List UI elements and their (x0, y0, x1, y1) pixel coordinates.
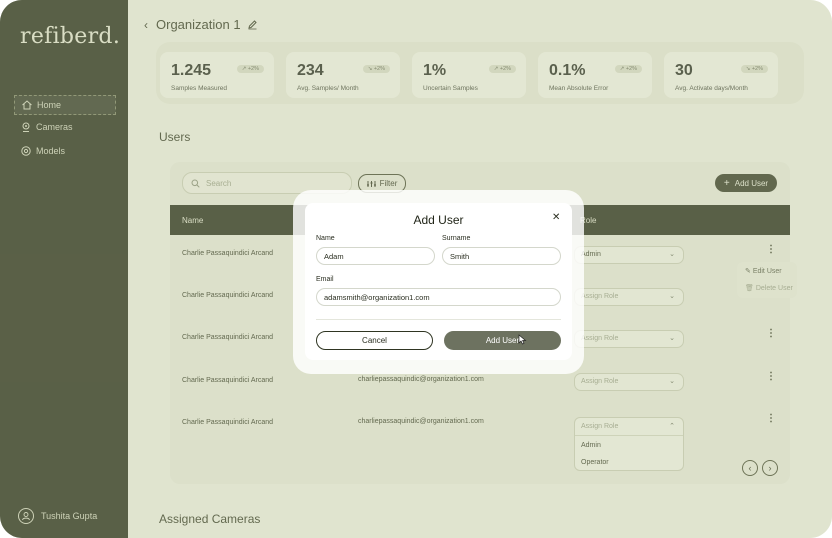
modal-title: Add User (413, 213, 464, 227)
app-window: refiberd. Home Cameras Models Tushita Gu… (0, 0, 832, 538)
close-icon[interactable]: ✕ (552, 212, 560, 223)
cancel-button[interactable]: Cancel (316, 331, 433, 350)
name-label: Name (316, 235, 335, 242)
divider (316, 319, 561, 320)
add-user-submit-button[interactable]: Add User (444, 331, 561, 350)
add-user-modal: Add User ✕ Name Adam Surname Smith Email… (305, 203, 572, 360)
email-label: Email (316, 276, 334, 283)
surname-label: Surname (442, 235, 471, 242)
surname-field[interactable]: Smith (442, 247, 561, 265)
email-field[interactable]: adamsmith@organization1.com (316, 288, 561, 306)
mouse-pointer-icon (518, 334, 527, 345)
name-field[interactable]: Adam (316, 247, 435, 265)
